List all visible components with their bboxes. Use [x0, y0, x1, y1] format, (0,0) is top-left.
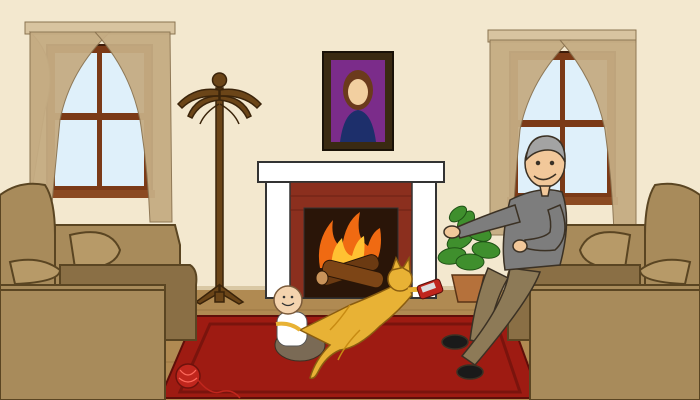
portrait-icon — [322, 51, 394, 151]
fireplace-icon — [257, 161, 445, 299]
living-room-scene — [0, 0, 700, 400]
scene-canvas — [0, 0, 700, 400]
